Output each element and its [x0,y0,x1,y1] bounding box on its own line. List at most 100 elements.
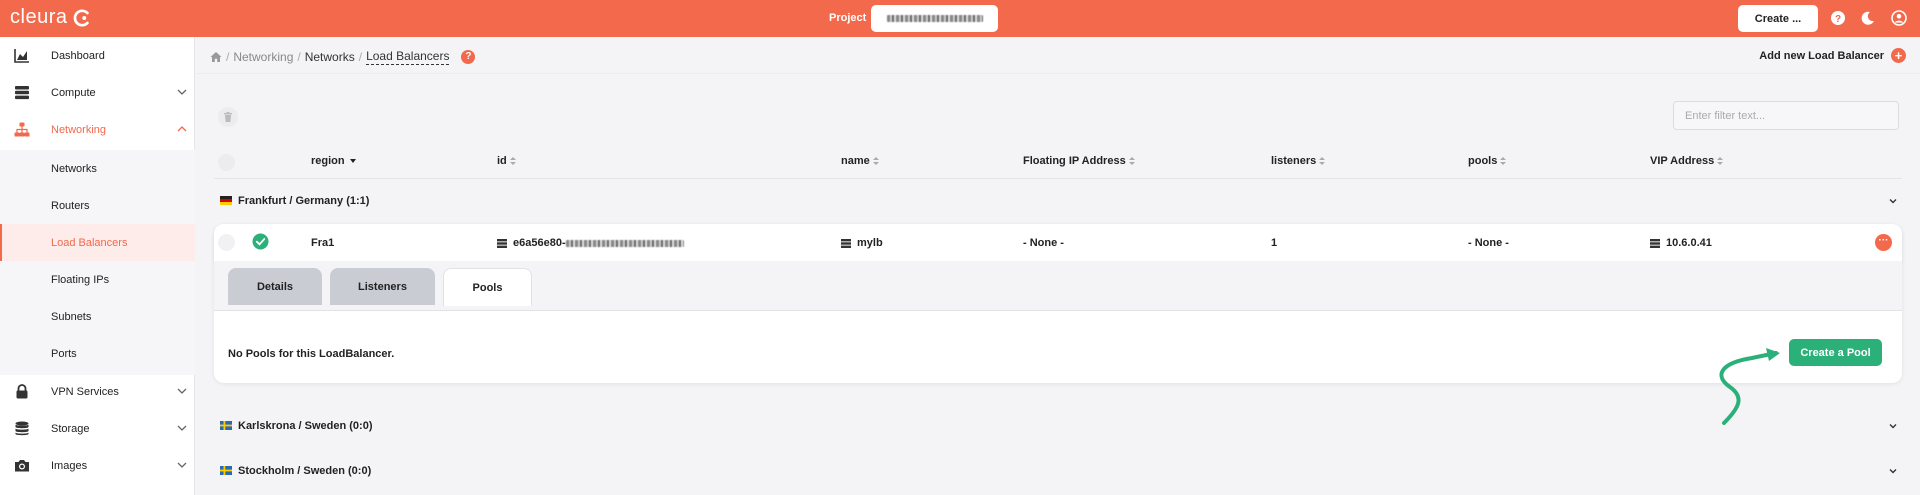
column-label: id [497,155,507,167]
lb-vip-address[interactable]: 10.6.0.41 [1650,237,1712,249]
sidebar-item-label: Dashboard [51,50,105,62]
camera-icon [15,460,29,472]
chevron-down-icon [177,89,187,95]
chevron-down-icon[interactable] [1888,421,1898,431]
trash-icon [224,112,232,122]
column-header-vip-address[interactable]: VIP Address [1650,155,1724,167]
cleura-logo[interactable]: cleura [10,6,91,29]
chevron-down-icon[interactable] [1888,466,1898,476]
empty-pools-message: No Pools for this LoadBalancer. [228,348,395,360]
table-row[interactable]: Fra1 e6a56e80- mylb - None - 1 - None - … [214,224,1902,261]
chevron-down-icon [177,425,187,431]
tab-listeners[interactable]: Listeners [330,268,435,305]
detail-tabs: Details Listeners Pools [214,261,1902,311]
lb-name[interactable]: mylb [841,237,883,249]
create-pool-button[interactable]: Create a Pool [1789,339,1882,366]
lb-name-label: mylb [857,237,883,249]
sidebar-item-networking[interactable]: Networking [0,111,195,148]
logo-mark-icon [74,8,90,27]
region-group-stockholm[interactable]: Stockholm / Sweden (0:0) [214,462,1902,482]
column-header-pools[interactable]: pools [1468,155,1507,167]
sort-icon [1500,157,1507,165]
sort-desc-icon [349,159,356,163]
sidebar: Dashboard Compute Networking Networks Ro… [0,37,195,495]
column-header-id[interactable]: id [497,155,516,167]
sweden-flag-icon [220,466,232,475]
column-header-region[interactable]: region [311,155,356,167]
sidebar-item-label: Compute [51,87,96,99]
sidebar-subitem-label: Floating IPs [51,274,110,286]
lb-floating-ip: - None - [1023,237,1064,249]
column-label: Floating IP Address [1023,155,1126,167]
lock-icon [16,384,28,399]
sidebar-item-floating-ips[interactable]: Floating IPs [0,261,195,298]
table-header: region id name Floating IP Address liste… [214,143,1902,179]
lb-id[interactable]: e6a56e80- [497,237,684,249]
user-account-icon[interactable] [1891,10,1907,26]
sort-icon [1319,157,1326,165]
page-help-icon[interactable]: ? [461,50,476,64]
sort-icon [872,157,879,165]
sidebar-item-compute[interactable]: Compute [0,74,195,111]
lb-listeners-count: 1 [1271,237,1278,249]
region-group-label: Stockholm / Sweden (0:0) [238,465,372,477]
create-button[interactable]: Create ... [1738,5,1818,32]
sidebar-item-label: Networking [51,124,107,136]
breadcrumb-separator: / [358,50,363,64]
sidebar-item-load-balancers[interactable]: Load Balancers [0,224,195,261]
select-all-checkbox[interactable] [218,154,235,171]
server-icon [841,238,851,248]
project-name-redacted [886,15,983,22]
column-label: name [841,155,870,167]
sidebar-item-vpn-services[interactable]: VPN Services [0,373,195,410]
top-bar: cleura Project Create ... ? [0,0,1920,37]
dark-mode-icon[interactable] [1860,10,1876,26]
column-header-listeners[interactable]: listeners [1271,155,1326,167]
lb-pools: - None - [1468,237,1509,249]
networking-submenu: Networks Routers Load Balancers Floating… [0,150,195,375]
tab-pools[interactable]: Pools [443,268,532,306]
chevron-down-icon [177,462,187,468]
column-header-floating-ip[interactable]: Floating IP Address [1023,155,1135,167]
region-group-label: Frankfurt / Germany (1:1) [238,195,370,207]
column-header-name[interactable]: name [841,155,879,167]
home-icon[interactable] [210,51,222,63]
chevron-down-icon[interactable] [1888,196,1898,206]
sidebar-item-subnets[interactable]: Subnets [0,298,195,335]
server-icon [497,238,507,248]
add-load-balancer-label: Add new Load Balancer [1759,49,1884,62]
germany-flag-icon [220,196,232,205]
project-selector[interactable] [871,5,998,32]
breadcrumb-networking[interactable]: Networking [233,50,293,64]
sort-icon [1717,157,1724,165]
lb-vip-label: 10.6.0.41 [1666,237,1712,249]
network-icon [14,122,30,137]
sidebar-item-label: VPN Services [51,386,119,398]
sidebar-item-routers[interactable]: Routers [0,187,195,224]
delete-selected-button[interactable] [218,107,238,127]
sort-icon [509,157,516,165]
filter-input[interactable] [1673,101,1899,130]
row-select-checkbox[interactable] [218,234,235,251]
sweden-flag-icon [220,421,232,430]
sidebar-subitem-label: Subnets [51,311,92,323]
region-group-karlskrona[interactable]: Karlskrona / Sweden (0:0) [214,417,1902,437]
breadcrumb-networks[interactable]: Networks [305,50,355,64]
sidebar-item-networks[interactable]: Networks [0,150,195,187]
sidebar-item-ports[interactable]: Ports [0,335,195,372]
sidebar-item-dashboard[interactable]: Dashboard [0,37,195,74]
help-icon[interactable]: ? [1830,10,1846,26]
lb-id-prefix: e6a56e80- [513,237,566,249]
sidebar-item-storage[interactable]: Storage [0,410,195,447]
plus-icon: + [1891,48,1906,63]
add-load-balancer-button[interactable]: Add new Load Balancer + [1759,48,1906,63]
region-group-frankfurt[interactable]: Frankfurt / Germany (1:1) [214,192,1902,212]
breadcrumb-load-balancers: Load Balancers [366,49,450,65]
row-actions-button[interactable]: ··· [1875,234,1892,251]
breadcrumb-separator: / [297,50,301,64]
database-icon [15,421,29,436]
sidebar-item-images[interactable]: Images [0,447,195,484]
tab-details[interactable]: Details [228,268,322,305]
project-label: Project [829,12,867,24]
sort-icon [1128,157,1135,165]
